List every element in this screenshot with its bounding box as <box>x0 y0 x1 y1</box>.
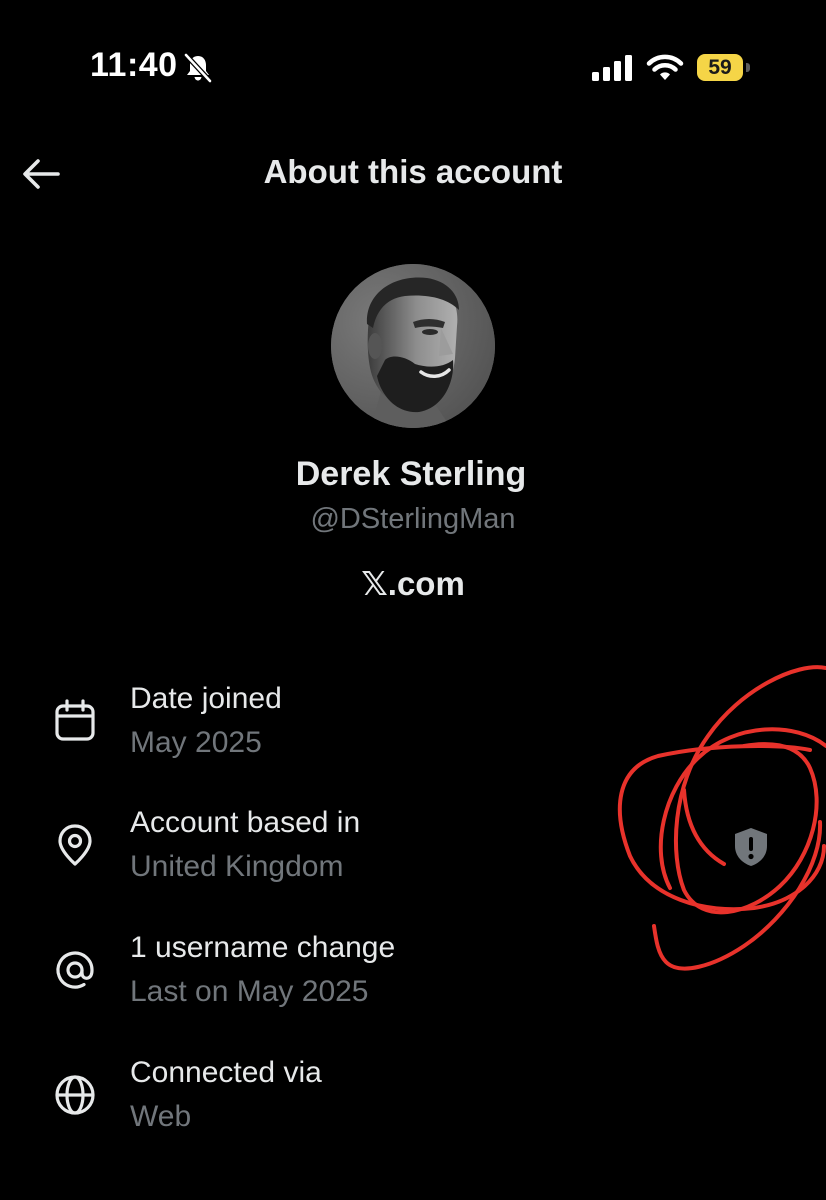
detail-row-connected-via: Connected via Web <box>0 1056 826 1156</box>
location-pin-icon <box>58 824 92 866</box>
detail-value: Web <box>130 1100 192 1133</box>
about-account-screen: 11:40 59 About this account Derek Sterli… <box>0 0 826 1200</box>
username-handle: @DSterlingMan <box>310 503 516 535</box>
detail-label: Date joined <box>130 682 282 715</box>
status-time: 11:40 <box>90 46 178 84</box>
detail-label: 1 username change <box>130 931 396 964</box>
site-link[interactable]: 𝕏.com <box>0 564 826 603</box>
status-bar: 11:40 59 <box>0 0 826 130</box>
detail-value: United Kingdom <box>130 850 344 883</box>
bell-off-icon <box>184 53 212 83</box>
detail-label: Connected via <box>130 1056 322 1089</box>
battery-icon: 59 <box>697 54 743 81</box>
detail-row-username-changes: 1 username change Last on May 2025 <box>0 931 826 1031</box>
battery-cap <box>746 63 750 72</box>
display-name: Derek Sterling <box>295 455 527 493</box>
wifi-icon <box>646 54 684 80</box>
at-sign-icon <box>56 951 94 989</box>
avatar[interactable] <box>331 264 495 428</box>
signal-icon <box>592 55 632 81</box>
calendar-icon <box>55 699 95 741</box>
detail-value: May 2025 <box>130 726 262 759</box>
globe-icon <box>55 1075 95 1115</box>
detail-value: Last on May 2025 <box>130 975 369 1008</box>
avatar-portrait <box>331 264 495 428</box>
detail-row-account-location: Account based in United Kingdom <box>0 806 826 906</box>
detail-row-date-joined: Date joined May 2025 <box>0 682 826 782</box>
page-title: About this account <box>263 153 563 190</box>
shield-alert-icon[interactable] <box>728 824 774 870</box>
detail-label: Account based in <box>130 806 361 839</box>
